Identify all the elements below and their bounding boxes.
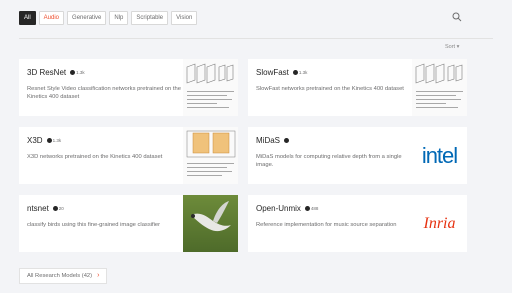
filter-bar: All Audio Generative Nlp Scriptable Visi… (19, 11, 198, 25)
star-count: 1.3k (70, 70, 85, 75)
star-count: 1.3k (46, 138, 62, 143)
star-count-value: 20 (58, 206, 64, 211)
github-icon (46, 138, 52, 143)
star-count: 20 (52, 206, 64, 211)
bird-photo-thumbnail (183, 195, 238, 252)
star-count: 1.3k (292, 70, 308, 75)
architecture-diagram-thumbnail (183, 127, 238, 184)
star-count-value: 1.3k (52, 138, 62, 143)
model-card-x3d[interactable]: X3D 1.3k X3D networks pretrained on the … (19, 127, 238, 184)
github-icon (70, 70, 76, 75)
model-name: X3D (27, 136, 43, 145)
model-description: Reference implementation for music sourc… (256, 222, 397, 228)
model-name: MiDaS (256, 136, 281, 145)
filter-vision[interactable]: Vision (171, 11, 198, 25)
model-name: Open-Unmix (256, 204, 301, 213)
intel-logo-text: intel (421, 142, 458, 168)
search-icon[interactable] (452, 12, 462, 22)
filter-nlp[interactable]: Nlp (109, 11, 129, 25)
model-name: SlowFast (256, 68, 289, 77)
model-name: 3D ResNet (27, 68, 67, 77)
model-description: Resnet Style Video classification networ… (27, 86, 181, 100)
model-card-3d-resnet[interactable]: 3D ResNet 1.3k Resnet Style Video classi… (19, 59, 238, 116)
model-card-slowfast[interactable]: SlowFast 1.3k SlowFast networks pretrain… (248, 59, 467, 116)
star-count-value: 488 (310, 206, 319, 211)
github-icon (304, 206, 310, 211)
inria-logo: Inria (412, 195, 467, 252)
model-description: MiDaS models for computing relative dept… (256, 154, 402, 168)
github-icon (284, 138, 290, 143)
all-research-models-label: All Research Models (42) (27, 273, 93, 279)
filter-all[interactable]: All (19, 11, 36, 25)
model-card-ntsnet[interactable]: ntsnet 20 classify birds using this fine… (19, 195, 238, 252)
chevron-right-icon: › (97, 272, 100, 279)
architecture-diagram-thumbnail (412, 59, 467, 116)
star-count-value: 1.3k (298, 70, 308, 75)
github-icon (52, 206, 58, 211)
divider (19, 38, 493, 39)
intel-logo: intel (412, 127, 467, 184)
github-icon (292, 70, 298, 75)
model-description: SlowFast networks pretrained on the Kine… (256, 86, 404, 92)
model-name: ntsnet (27, 204, 49, 213)
star-count: 488 (304, 206, 319, 211)
filter-audio[interactable]: Audio (38, 11, 65, 25)
star-count (284, 138, 290, 143)
model-card-open-unmix[interactable]: Open-Unmix 488 Reference implementation … (248, 195, 467, 252)
model-card-midas[interactable]: MiDaS MiDaS models for computing relativ… (248, 127, 467, 184)
all-research-models-button[interactable]: All Research Models (42) › (19, 268, 108, 284)
star-count-value: 1.3k (76, 70, 85, 75)
sort-dropdown[interactable]: Sort ▾ (445, 44, 459, 50)
model-description: classify birds using this fine-grained i… (27, 222, 161, 228)
filter-scriptable[interactable]: Scriptable (131, 11, 169, 25)
architecture-diagram-thumbnail (183, 59, 238, 116)
filter-generative[interactable]: Generative (67, 11, 107, 25)
model-description: X3D networks pretrained on the Kinetics … (27, 154, 163, 160)
inria-logo-text: Inria (423, 214, 456, 232)
